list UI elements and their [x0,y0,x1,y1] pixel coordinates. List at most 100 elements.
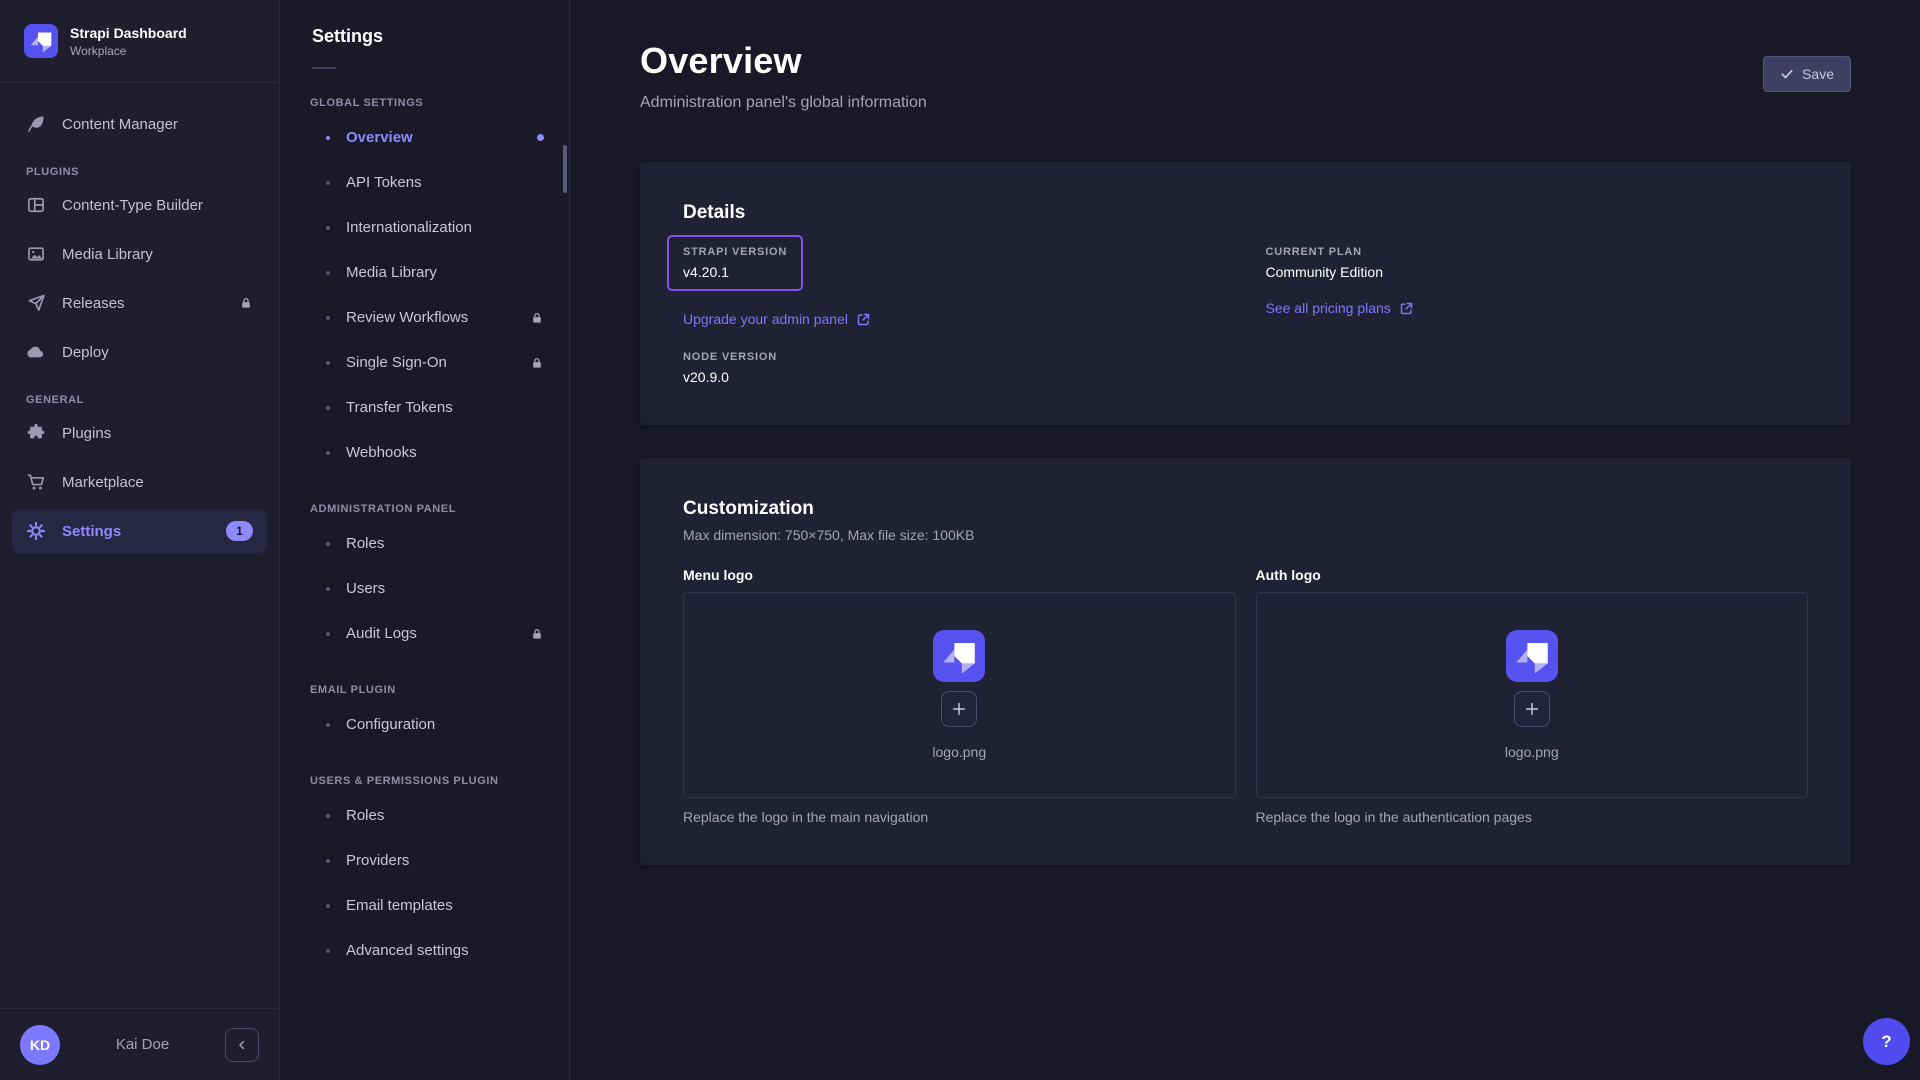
subnav-item-transfer-tokens[interactable]: Transfer Tokens [280,385,569,430]
bullet-icon [326,632,330,636]
feather-icon [26,114,46,134]
subnav-item-label: Review Workflows [346,309,468,326]
main-nav-list: Content Manager PLUGINS Content-Type Bui… [0,83,279,1008]
sidebar-item-content-type-builder[interactable]: Content-Type Builder [12,183,267,227]
sidebar-item-label: Releases [62,295,125,312]
subnav-item-label: Email templates [346,897,453,914]
bullet-icon [326,949,330,953]
cart-icon [26,472,46,492]
sidebar-item-label: Media Library [62,246,153,263]
collapse-sidebar-button[interactable] [225,1028,259,1062]
subnav-item-label: Single Sign-On [346,354,447,371]
bullet-icon [326,226,330,230]
bullet-icon [326,406,330,410]
sidebar-item-settings[interactable]: Settings 1 [12,509,267,553]
sidebar-item-label: Deploy [62,344,109,361]
lock-icon [530,627,544,641]
sidebar-item-deploy[interactable]: Deploy [12,330,267,374]
help-button[interactable]: ? [1863,1018,1910,1065]
bullet-icon [326,451,330,455]
details-heading: Details [683,202,1808,224]
main-sidebar: Strapi Dashboard Workplace Content Manag… [0,0,280,1080]
settings-notification-badge: 1 [226,521,253,541]
sidebar-item-label: Settings [62,523,121,540]
save-button-label: Save [1802,66,1834,82]
add-menu-logo-button[interactable] [941,691,977,727]
customization-constraints: Max dimension: 750×750, Max file size: 1… [683,527,1808,543]
customization-heading: Customization [683,498,1808,520]
bullet-icon [326,904,330,908]
save-button[interactable]: Save [1763,56,1851,92]
current-plan-label: CURRENT PLAN [1266,246,1809,258]
current-plan-value: Community Edition [1266,264,1809,280]
subnav-item-admin-roles[interactable]: Roles [280,521,569,566]
upgrade-admin-panel-link[interactable]: Upgrade your admin panel [683,311,871,327]
sidebar-item-releases[interactable]: Releases [12,281,267,325]
subnav-item-internationalization[interactable]: Internationalization [280,205,569,250]
subnav-scrollbar-thumb[interactable] [563,145,567,193]
subnav-item-label: Internationalization [346,219,472,236]
settings-subnav: Settings GLOBAL SETTINGS Overview API To… [280,0,570,1080]
subnav-item-media-library[interactable]: Media Library [280,250,569,295]
auth-logo-label: Auth logo [1256,567,1809,583]
page-header: Overview Administration panel's global i… [640,40,1851,112]
avatar[interactable]: KD [20,1025,60,1065]
sidebar-item-label: Content-Type Builder [62,197,203,214]
subnav-section-administration-panel: ADMINISTRATION PANEL [310,503,539,515]
subnav-item-email-configuration[interactable]: Configuration [280,702,569,747]
lock-icon [530,311,544,325]
gear-icon [26,521,46,541]
workspace-title: Strapi Dashboard [70,25,187,41]
subnav-item-label: Media Library [346,264,437,281]
add-auth-logo-button[interactable] [1514,691,1550,727]
lock-icon [530,356,544,370]
subnav-item-single-sign-on[interactable]: Single Sign-On [280,340,569,385]
bullet-icon [326,859,330,863]
external-link-icon [1399,301,1414,316]
subnav-item-admin-users[interactable]: Users [280,566,569,611]
subnav-item-review-workflows[interactable]: Review Workflows [280,295,569,340]
sidebar-item-content-manager[interactable]: Content Manager [12,102,267,146]
bullet-icon [326,361,330,365]
menu-logo-dropzone[interactable]: logo.png [683,592,1236,798]
subnav-item-label: Webhooks [346,444,417,461]
bullet-icon [326,271,330,275]
subnav-item-webhooks[interactable]: Webhooks [280,430,569,475]
upgrade-link-label: Upgrade your admin panel [683,311,848,327]
strapi-logo-icon [1505,630,1559,682]
subnav-item-label: Advanced settings [346,942,469,959]
workspace-brand[interactable]: Strapi Dashboard Workplace [0,0,279,83]
node-version-value: v20.9.0 [683,369,1226,385]
subnav-item-audit-logs[interactable]: Audit Logs [280,611,569,656]
sidebar-item-plugins[interactable]: Plugins [12,411,267,455]
lock-icon [239,296,253,310]
auth-logo-dropzone[interactable]: logo.png [1256,592,1809,798]
subnav-item-up-roles[interactable]: Roles [280,793,569,838]
sidebar-item-marketplace[interactable]: Marketplace [12,460,267,504]
nav-section-general: GENERAL [26,394,253,406]
subnav-item-label: Transfer Tokens [346,399,453,416]
bullet-icon [326,181,330,185]
bullet-icon [326,542,330,546]
subnav-divider [312,67,336,69]
sidebar-item-label: Plugins [62,425,111,442]
pricing-plans-link[interactable]: See all pricing plans [1266,300,1414,316]
puzzle-icon [26,423,46,443]
strapi-logo-icon [24,24,58,58]
sidebar-item-media-library[interactable]: Media Library [12,232,267,276]
strapi-version-label: STRAPI VERSION [683,246,787,258]
bullet-icon [326,136,330,140]
subnav-item-providers[interactable]: Providers [280,838,569,883]
notification-dot-icon [537,134,544,141]
page-title: Overview [640,40,927,82]
cloud-icon [26,342,46,362]
nav-section-plugins: PLUGINS [26,166,253,178]
subnav-item-advanced-settings[interactable]: Advanced settings [280,928,569,973]
plus-icon [1524,701,1540,717]
subnav-item-email-templates[interactable]: Email templates [280,883,569,928]
subnav-item-overview[interactable]: Overview [280,115,569,160]
subnav-section-global-settings: GLOBAL SETTINGS [310,97,539,109]
bullet-icon [326,814,330,818]
subnav-item-api-tokens[interactable]: API Tokens [280,160,569,205]
sidebar-item-label: Content Manager [62,116,178,133]
